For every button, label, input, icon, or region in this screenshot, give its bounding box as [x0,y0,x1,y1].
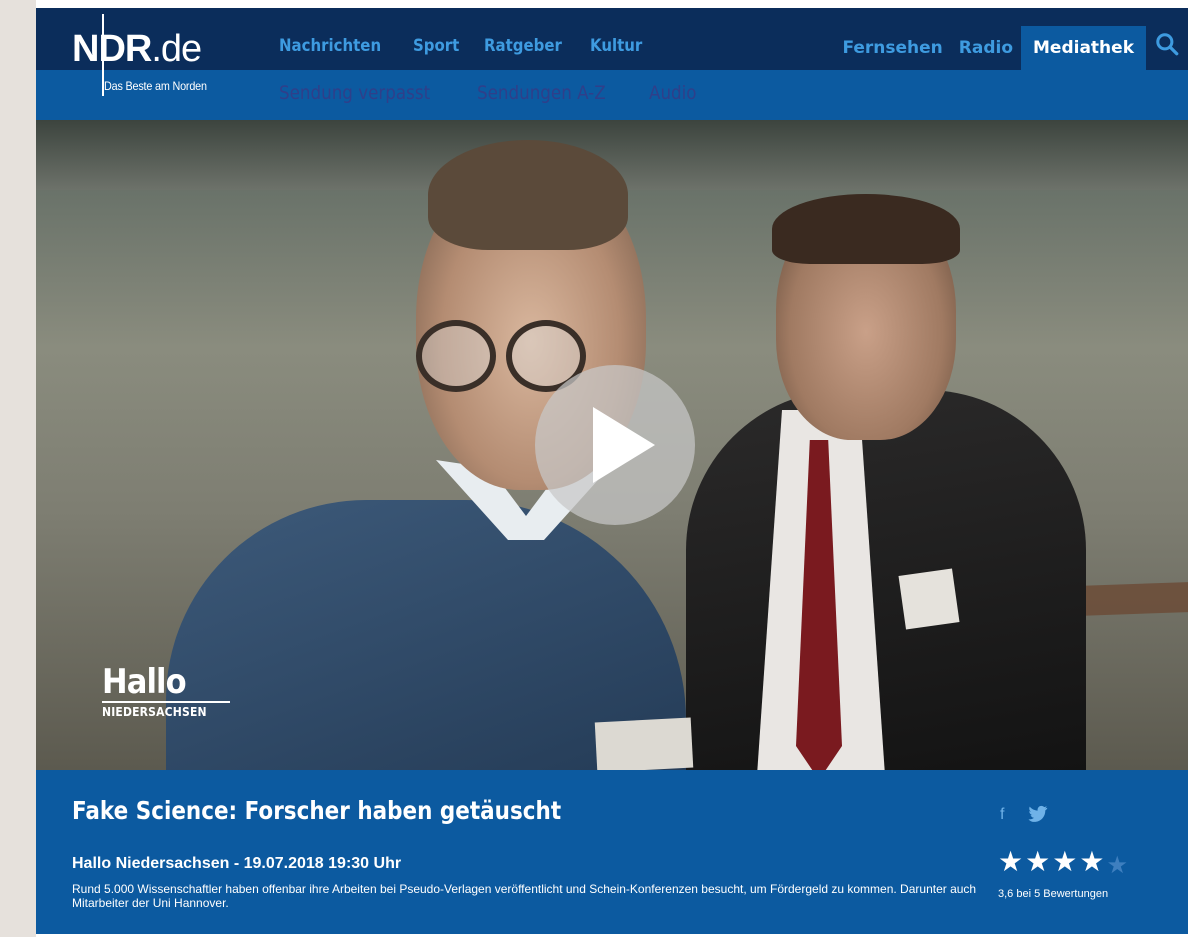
video-info-panel: Fake Science: Forscher haben getäuscht H… [36,770,1188,934]
show-logo-title: Hallo [102,662,187,702]
video-scene-man [686,390,1086,770]
video-description: Rund 5.000 Wissenschaftler haben offenba… [72,882,977,910]
nav-item-radio[interactable]: Radio [951,38,1021,58]
star-icon[interactable]: ★ [1079,848,1104,879]
video-scene-glasses [416,320,496,392]
nav-item-sport[interactable]: Sport [413,36,459,56]
play-icon [593,407,655,483]
subnav-item-audio[interactable]: Audio [649,82,697,104]
star-icon[interactable]: ★ [1106,851,1128,879]
star-rating: ★ ★ ★ ★ ★ [998,848,1128,880]
video-title: Fake Science: Forscher haben getäuscht [72,796,562,825]
ndr-page: NDR.de Das Beste am Norden Nachrichten S… [36,8,1188,934]
video-player[interactable]: Hallo NIEDERSACHSEN [36,120,1188,770]
main-nav: Nachrichten Sport Ratgeber Kultur [279,36,650,56]
page-left-margin [0,0,36,937]
show-logo: Hallo NIEDERSACHSEN [102,665,230,719]
show-logo-subtitle: NIEDERSACHSEN [102,705,207,719]
subnav-item-sendungen-a-z[interactable]: Sendungen A-Z [477,82,606,104]
nav-item-nachrichten[interactable]: Nachrichten [279,36,381,56]
star-icon[interactable]: ★ [1025,848,1050,879]
video-scene-name-badge [898,568,960,630]
video-broadcast-info: Hallo Niedersachsen - 19.07.2018 19:30 U… [72,855,402,872]
video-scene-name-badge [594,717,694,770]
social-share: f [1000,805,1048,824]
subnav-item-sendung-verpasst[interactable]: Sendung verpasst [279,82,430,104]
ndr-logo[interactable]: NDR.de Das Beste am Norden [72,14,262,108]
video-scene-man-hair [772,194,960,264]
media-nav: Fernsehen Radio Mediathek [834,26,1180,70]
video-scene-woman-hair [428,140,628,250]
search-icon[interactable] [1154,31,1180,57]
nav-item-mediathek[interactable]: Mediathek [1021,26,1146,70]
twitter-icon[interactable] [1028,805,1048,823]
play-button[interactable] [535,365,695,525]
nav-item-kultur[interactable]: Kultur [590,36,642,56]
sub-nav: Sendung verpasst Sendungen A-Z Audio [279,82,703,104]
logo-tagline: Das Beste am Norden [104,79,207,93]
nav-item-fernsehen[interactable]: Fernsehen [834,38,950,58]
star-icon[interactable]: ★ [998,848,1023,879]
rating-summary: 3,6 bei 5 Bewertungen [998,888,1109,900]
nav-item-ratgeber[interactable]: Ratgeber [484,36,562,56]
star-icon[interactable]: ★ [1052,848,1077,879]
logo-wordmark: NDR.de [72,28,202,70]
facebook-icon[interactable]: f [1000,806,1004,824]
